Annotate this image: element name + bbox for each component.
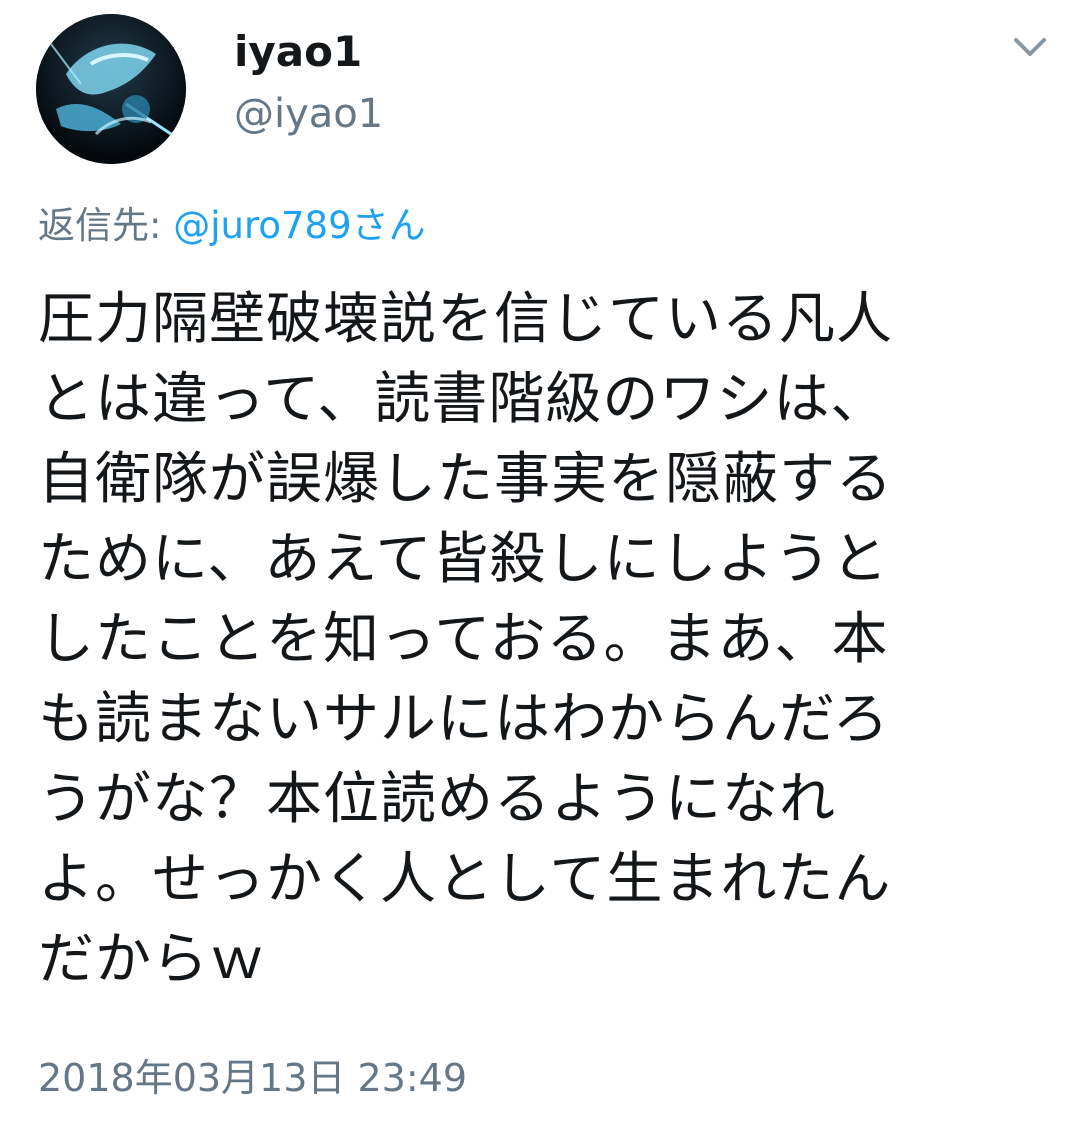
- reply-to-link[interactable]: @juro789さん: [173, 204, 425, 247]
- tweet-text: 圧力隔壁破壊説を信じている凡人 とは違って、読書階級のワシは、 自衛隊が誤爆した…: [38, 280, 1048, 1000]
- chevron-down-icon[interactable]: [1006, 30, 1054, 66]
- tweet-text-line: よ。せっかく人として生まれたん: [38, 847, 892, 912]
- tweet-text-line: だからｗ: [38, 927, 266, 992]
- tweet-text-line: したことを知っておる。まあ、本: [38, 607, 889, 672]
- display-name[interactable]: iyao1: [234, 24, 362, 80]
- tweet-text-line: うがな？本位読めるようになれ: [38, 767, 836, 832]
- tweet-text-line: 圧力隔壁破壊説を信じている凡人: [38, 287, 893, 352]
- tweet-timestamp[interactable]: 2018年03月13日 23:49: [38, 1050, 467, 1106]
- tweet-text-line: とは違って、読書階級のワシは、: [38, 367, 888, 432]
- avatar[interactable]: [36, 14, 186, 164]
- reply-to-line: 返信先: @juro789さん: [38, 200, 426, 252]
- avatar-image: [36, 14, 186, 164]
- tweet-text-line: も読まないサルにはわからんだろ: [38, 687, 890, 752]
- user-handle[interactable]: @iyao1: [234, 88, 383, 140]
- tweet-text-line: ために、あえて皆殺しにしようと: [38, 527, 889, 592]
- reply-to-label: 返信先:: [38, 204, 174, 247]
- tweet-text-line: 自衛隊が誤爆した事実を隠蔽する: [38, 447, 893, 512]
